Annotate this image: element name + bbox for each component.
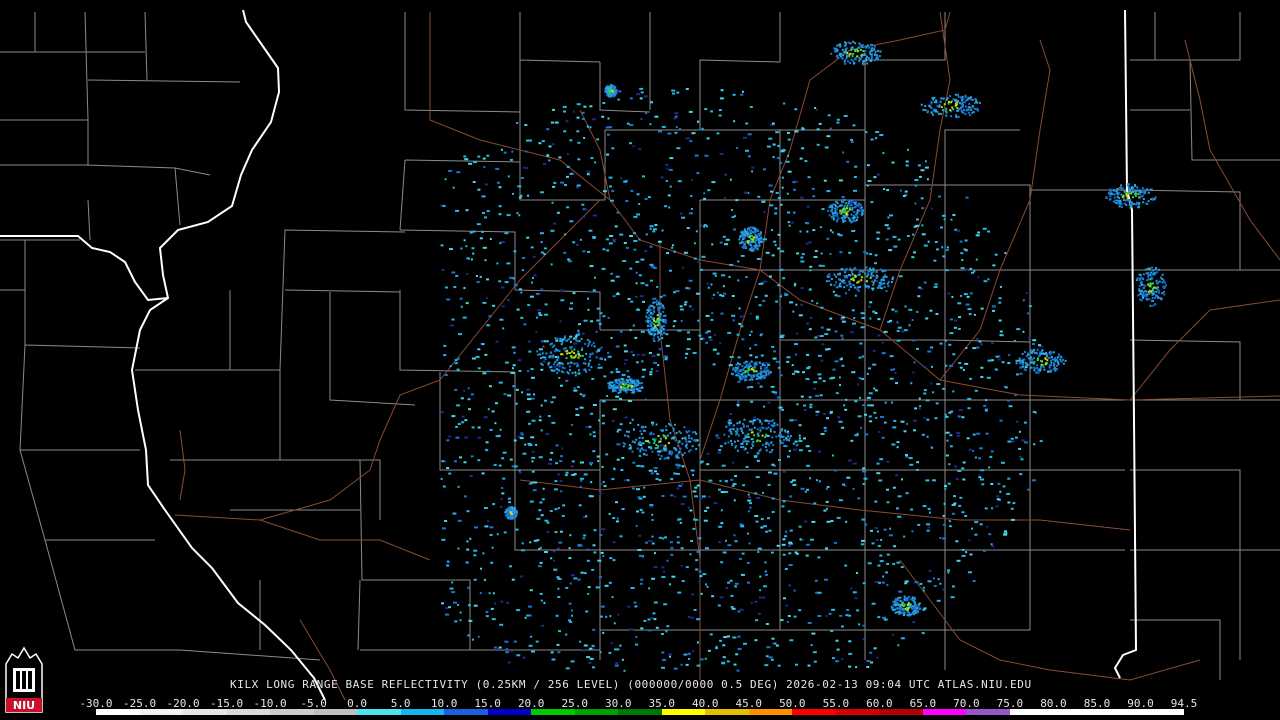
logo-text: NIU xyxy=(13,699,35,712)
scale-color-segment xyxy=(183,709,227,715)
scale-color-segment xyxy=(1096,709,1141,715)
radar-map xyxy=(0,0,1280,720)
scale-color-segment xyxy=(444,709,488,715)
scale-color-segment xyxy=(574,709,619,715)
scale-color-segment xyxy=(487,709,532,715)
scale-color-segment xyxy=(792,709,836,715)
scale-color-segment xyxy=(618,709,662,715)
scale-color-segment xyxy=(879,709,923,715)
scale-color-segment xyxy=(96,709,140,715)
scale-color-segment xyxy=(270,709,314,715)
scale-color-segment xyxy=(357,709,401,715)
scale-color-segment xyxy=(400,709,445,715)
scale-color-segment xyxy=(705,709,749,715)
scale-color-segment xyxy=(922,709,967,715)
reflectivity-scale-labels: -30.0 -25.0 -20.0 -15.0 -10.0 -5.0 0.0 5.0 10.0 1… xyxy=(79,697,1197,710)
scale-color-segment xyxy=(1009,709,1054,715)
scale-color-segment xyxy=(966,709,1010,715)
reflectivity-color-bar xyxy=(96,709,1184,715)
scale-color-segment xyxy=(1053,709,1097,715)
niu-logo: NIU xyxy=(5,646,43,713)
scale-color-segment xyxy=(835,709,880,715)
scale-color-segment xyxy=(139,709,184,715)
scale-color-segment xyxy=(1140,709,1184,715)
scale-color-segment xyxy=(226,709,271,715)
scale-color-segment xyxy=(313,709,358,715)
scale-color-segment xyxy=(531,709,575,715)
scale-color-segment xyxy=(748,709,793,715)
scale-color-segment xyxy=(661,709,706,715)
product-caption: KILX LONG RANGE BASE REFLECTIVITY (0.25K… xyxy=(230,678,1032,691)
